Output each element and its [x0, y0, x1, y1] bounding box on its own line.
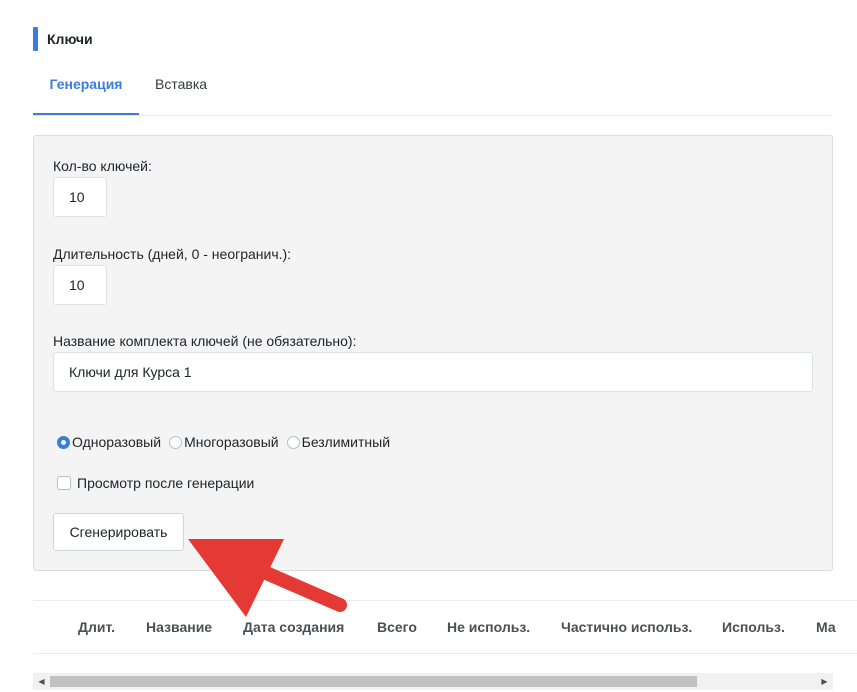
count-label: Кол-во ключей: — [53, 158, 152, 174]
duration-label: Длительность (дней, 0 - неогранич.): — [53, 246, 292, 262]
radio-unlimited-label: Безлимитный — [301, 434, 391, 450]
red-arrow-annotation-icon — [188, 539, 347, 617]
kit-name-input[interactable] — [53, 352, 813, 392]
key-type-radio-group: Одноразовый Многоразовый Безлимитный — [57, 434, 398, 450]
column-header-truncated[interactable]: Ма — [816, 601, 836, 653]
scroll-left-icon[interactable]: ◀ — [33, 673, 50, 690]
column-header-partial[interactable]: Частично использ. — [561, 601, 692, 653]
scrollbar-thumb[interactable] — [50, 676, 697, 687]
section-title: Ключи — [47, 31, 93, 47]
column-header-used[interactable]: Использ. — [722, 601, 785, 653]
keys-table-header: Длит. Название Дата создания Всего Не ис… — [33, 600, 857, 654]
column-header-total[interactable]: Всего — [377, 601, 417, 653]
tab-insert[interactable]: Вставка — [155, 60, 207, 113]
generation-panel: Кол-во ключей: Длительность (дней, 0 - н… — [33, 135, 833, 571]
radio-single-use-label: Одноразовый — [72, 434, 162, 450]
column-header-unused[interactable]: Не использ. — [447, 601, 530, 653]
radio-multi-use-label: Многоразовый — [184, 434, 279, 450]
count-input[interactable] — [53, 177, 107, 217]
keys-page: Ключи Генерация Вставка Кол-во ключей: Д… — [0, 0, 857, 692]
preview-checkbox[interactable] — [57, 476, 71, 490]
preview-checkbox-label: Просмотр после генерации — [77, 475, 255, 491]
kit-name-label: Название комплекта ключей (не обязательн… — [53, 333, 357, 349]
section-accent-bar — [33, 27, 38, 51]
scroll-right-icon[interactable]: ▶ — [816, 673, 833, 690]
preview-checkbox-row: Просмотр после генерации — [57, 475, 254, 491]
tabs: Генерация Вставка — [33, 60, 833, 116]
tab-generation[interactable]: Генерация — [33, 60, 139, 115]
radio-single-use[interactable] — [57, 435, 70, 449]
duration-input[interactable] — [53, 265, 107, 305]
horizontal-scrollbar[interactable]: ◀ ▶ — [33, 673, 833, 690]
column-header-duration[interactable]: Длит. — [78, 601, 115, 653]
generate-button[interactable]: Сгенерировать — [53, 513, 184, 551]
radio-unlimited[interactable] — [286, 435, 300, 449]
radio-multi-use[interactable] — [169, 435, 183, 449]
section-header: Ключи — [33, 27, 93, 51]
